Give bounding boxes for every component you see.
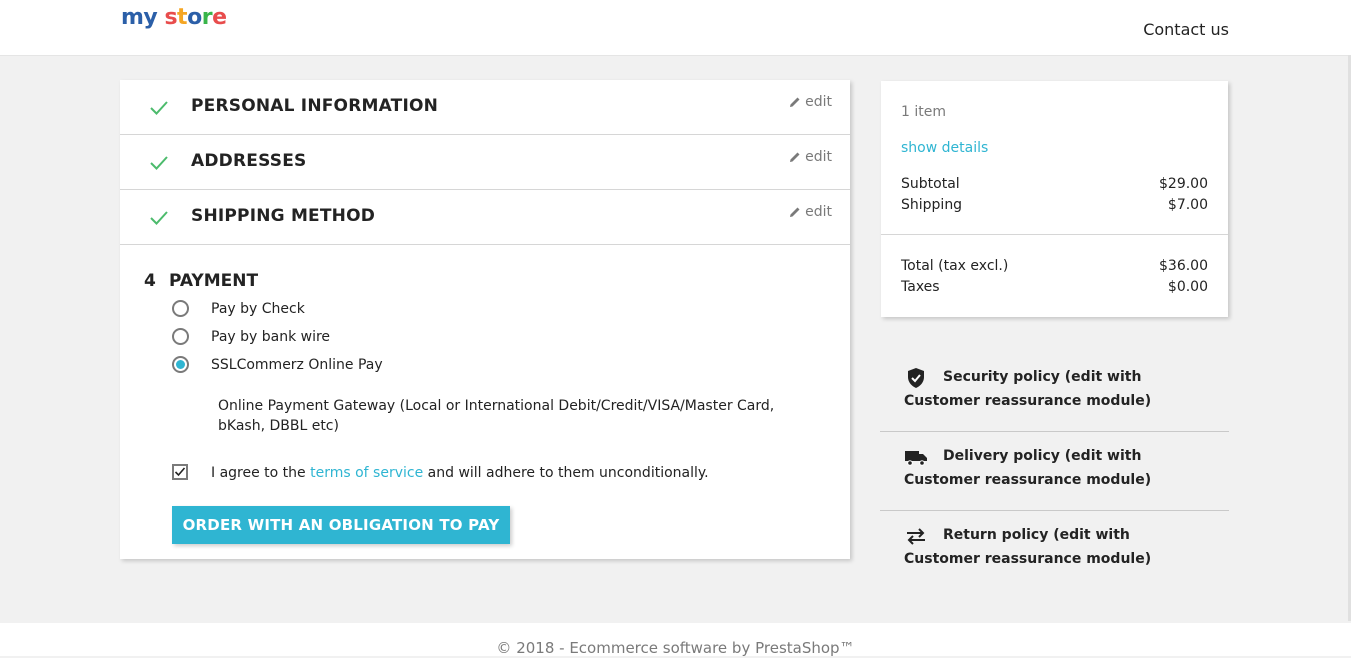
shipping-label: Shipping [901, 197, 963, 213]
edit-label: edit [805, 204, 832, 220]
option-label: SSLCommerz Online Pay [211, 357, 383, 373]
subtotal-label: Subtotal [901, 176, 960, 192]
step-addresses[interactable]: ADDRESSES edit [120, 135, 850, 190]
step-title: ADDRESSES [191, 151, 307, 171]
policy-text: Delivery policy (edit with Customer reas… [904, 448, 1152, 488]
security-policy: Security policy (edit with Customer reas… [880, 354, 1229, 432]
subtotal-row: Subtotal $29.00 [901, 175, 1208, 193]
subtotal-value: $29.00 [1159, 176, 1208, 192]
step-title: PAYMENT [169, 271, 259, 291]
item-count: 1 item [901, 104, 946, 120]
terms-text: I agree to the terms of service and will… [211, 463, 709, 483]
divider [881, 234, 1228, 235]
site-header: my store Contact us [0, 0, 1351, 56]
step-shipping-method[interactable]: SHIPPING METHOD edit [120, 190, 850, 245]
radio-button[interactable] [172, 328, 189, 345]
edit-link[interactable]: edit [789, 203, 832, 221]
step-title: PERSONAL INFORMATION [191, 96, 439, 116]
terms-of-service-link[interactable]: terms of service [310, 465, 423, 481]
radio-button[interactable] [172, 300, 189, 317]
terms-checkbox[interactable] [172, 464, 188, 480]
show-details-link[interactable]: show details [901, 139, 988, 157]
edit-link[interactable]: edit [789, 93, 832, 111]
pencil-icon [790, 207, 800, 217]
policy-text: Security policy (edit with Customer reas… [904, 369, 1152, 409]
total-row: Total (tax excl.) $36.00 [901, 257, 1208, 275]
terms-prefix: I agree to the [211, 465, 311, 481]
total-value: $36.00 [1159, 258, 1208, 274]
payment-description: Online Payment Gateway (Local or Interna… [218, 398, 775, 434]
delivery-policy: Delivery policy (edit with Customer reas… [880, 433, 1229, 511]
taxes-row: Taxes $0.00 [901, 278, 1208, 296]
pencil-icon [790, 97, 800, 107]
total-label: Total (tax excl.) [901, 258, 1009, 274]
order-button[interactable]: ORDER WITH AN OBLIGATION TO PAY [172, 506, 510, 544]
step-number: 4 [144, 271, 156, 291]
option-label: Pay by Check [211, 301, 305, 317]
reassurance-block: Security policy (edit with Customer reas… [880, 354, 1229, 590]
terms-suffix: and will adhere to them unconditionally. [423, 465, 709, 481]
edit-label: edit [805, 94, 832, 110]
edit-label: edit [805, 149, 832, 165]
checkmark-icon [174, 467, 186, 477]
check-icon [150, 101, 168, 115]
shipping-row: Shipping $7.00 [901, 196, 1208, 214]
edit-link[interactable]: edit [789, 148, 832, 166]
taxes-label: Taxes [901, 279, 940, 295]
copyright-text[interactable]: © 2018 - Ecommerce software by PrestaSho… [0, 638, 1351, 658]
return-policy: Return policy (edit with Customer reassu… [880, 512, 1229, 589]
pencil-icon [790, 152, 800, 162]
contact-us-link[interactable]: Contact us [1143, 20, 1229, 40]
taxes-value: $0.00 [1167, 279, 1208, 295]
step-personal-information[interactable]: PERSONAL INFORMATION edit [120, 80, 850, 135]
option-label: Pay by bank wire [211, 329, 331, 345]
policy-text: Return policy (edit with Customer reassu… [904, 527, 1152, 567]
check-icon [150, 156, 168, 170]
step-title: SHIPPING METHOD [191, 206, 376, 226]
shipping-value: $7.00 [1167, 197, 1208, 213]
cart-summary: 1 item show details Subtotal $29.00 Ship… [881, 81, 1228, 317]
checkout-steps: PERSONAL INFORMATION edit ADDRESSES edit… [120, 80, 850, 559]
site-footer: © 2018 - Ecommerce software by PrestaSho… [0, 623, 1351, 658]
check-icon [150, 211, 168, 225]
radio-button-selected[interactable] [172, 356, 189, 373]
store-logo[interactable]: my store [121, 3, 227, 33]
